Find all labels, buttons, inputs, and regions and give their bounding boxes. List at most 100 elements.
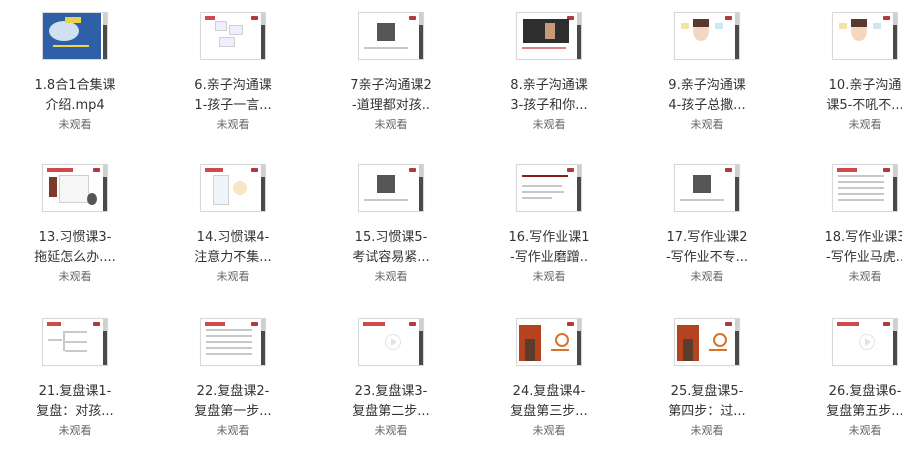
video-thumbnail[interactable] [516,12,582,60]
scrollbar-icon [419,319,423,365]
video-title[interactable]: 22.复盘课2- 复盘第一步... [168,382,298,422]
watch-status: 未观看 [374,118,408,131]
scrollbar-icon [577,165,581,211]
video-title-line-1: 9.亲子沟通课 [668,78,746,93]
video-thumbnail[interactable] [358,318,424,366]
video-title-line-1: 17.写作业课2 [666,230,748,245]
watch-status: 未观看 [374,424,408,437]
watch-status: 未观看 [532,118,566,131]
video-thumbnail[interactable] [516,164,582,212]
video-title[interactable]: 8.亲子沟通课 3-孩子和你... [484,76,614,116]
video-title-line-2: 注意力不集... [194,250,272,265]
video-title[interactable]: 24.复盘课4- 复盘第三步... [484,382,614,422]
video-title[interactable]: 13.习惯课3- 拖延怎么办.... [10,228,140,268]
watch-status: 未观看 [848,270,882,283]
scrollbar-icon [419,13,423,59]
video-tile[interactable]: 17.写作业课2 -写作业不专... 未观看 [632,152,782,302]
video-title[interactable]: 21.复盘课1- 复盘：对孩... [10,382,140,422]
video-title-line-1: 26.复盘课6- [828,384,902,399]
watch-status: 未观看 [216,270,250,283]
watch-status: 未观看 [532,424,566,437]
watch-status: 未观看 [532,270,566,283]
watch-status: 未观看 [216,118,250,131]
watch-status: 未观看 [690,424,724,437]
video-title-line-2: 复盘第五步... [826,404,902,419]
video-thumbnail[interactable] [832,164,898,212]
scrollbar-icon [735,165,739,211]
video-thumbnail[interactable] [832,318,898,366]
scrollbar-icon [893,319,897,365]
video-title-line-2: 考试容易紧... [352,250,430,265]
video-thumbnail[interactable] [42,12,108,60]
video-tile[interactable]: 26.复盘课6- 复盘第五步... 未观看 [790,306,902,456]
video-tile[interactable]: 6.亲子沟通课 1-孩子一言... 未观看 [158,0,308,150]
video-thumbnail[interactable] [200,12,266,60]
video-thumbnail[interactable] [832,12,898,60]
video-title[interactable]: 17.写作业课2 -写作业不专... [642,228,772,268]
video-tile[interactable]: 9.亲子沟通课 4-孩子总撒... 未观看 [632,0,782,150]
video-tile[interactable]: 13.习惯课3- 拖延怎么办.... 未观看 [0,152,150,302]
watch-status: 未观看 [58,424,92,437]
video-tile[interactable]: 15.习惯课5- 考试容易紧... 未观看 [316,152,466,302]
watch-status: 未观看 [690,118,724,131]
video-tile[interactable]: 18.写作业课3 -写作业马虎.. 未观看 [790,152,902,302]
scrollbar-icon [103,165,107,211]
watch-status: 未观看 [848,424,882,437]
video-tile[interactable]: 24.复盘课4- 复盘第三步... 未观看 [474,306,624,456]
video-title-line-2: -写作业马虎.. [826,250,902,265]
video-thumbnail[interactable] [516,318,582,366]
scrollbar-icon [103,319,107,365]
video-title-line-2: 复盘第一步... [194,404,272,419]
video-grid: 1.8合1合集课 介绍.mp4 未观看 6.亲子沟通课 1-孩子一言... 未观看 7亲子沟… [0,0,902,463]
video-tile[interactable]: 10.亲子沟通 课5-不吼不... 未观看 [790,0,902,150]
watch-status: 未观看 [216,424,250,437]
video-tile[interactable]: 16.写作业课1 -写作业磨蹭.. 未观看 [474,152,624,302]
video-title-line-1: 8.亲子沟通课 [510,78,588,93]
video-thumbnail[interactable] [674,12,740,60]
video-title[interactable]: 7亲子沟通课2 -道理都对孩.. [326,76,456,116]
video-title[interactable]: 6.亲子沟通课 1-孩子一言... [168,76,298,116]
video-title-line-1: 21.复盘课1- [38,384,112,399]
video-title[interactable]: 16.写作业课1 -写作业磨蹭.. [484,228,614,268]
video-title[interactable]: 25.复盘课5- 第四步：过... [642,382,772,422]
video-title-line-2: -道理都对孩.. [352,98,430,113]
video-title-line-2: 3-孩子和你... [510,98,588,113]
video-thumbnail[interactable] [358,12,424,60]
scrollbar-icon [893,165,897,211]
video-tile[interactable]: 23.复盘课3- 复盘第二步... 未观看 [316,306,466,456]
video-tile[interactable]: 14.习惯课4- 注意力不集... 未观看 [158,152,308,302]
video-thumbnail[interactable] [200,318,266,366]
video-title-line-2: 复盘第二步... [352,404,430,419]
video-tile[interactable]: 25.复盘课5- 第四步：过... 未观看 [632,306,782,456]
video-title[interactable]: 23.复盘课3- 复盘第二步... [326,382,456,422]
watch-status: 未观看 [374,270,408,283]
scrollbar-icon [735,319,739,365]
video-thumbnail[interactable] [42,318,108,366]
video-title-line-1: 18.写作业课3 [824,230,902,245]
video-title-line-2: 第四步：过... [668,404,746,419]
video-thumbnail[interactable] [42,164,108,212]
video-title[interactable]: 18.写作业课3 -写作业马虎.. [800,228,902,268]
video-title[interactable]: 9.亲子沟通课 4-孩子总撒... [642,76,772,116]
video-title-line-1: 13.习惯课3- [38,230,112,245]
video-title-line-2: 介绍.mp4 [45,98,105,113]
video-tile[interactable]: 7亲子沟通课2 -道理都对孩.. 未观看 [316,0,466,150]
video-title[interactable]: 10.亲子沟通 课5-不吼不... [800,76,902,116]
video-title-line-2: 1-孩子一言... [194,98,272,113]
video-tile[interactable]: 21.复盘课1- 复盘：对孩... 未观看 [0,306,150,456]
video-title[interactable]: 1.8合1合集课 介绍.mp4 [10,76,140,116]
video-title[interactable]: 26.复盘课6- 复盘第五步... [800,382,902,422]
scrollbar-icon [419,165,423,211]
video-title-line-1: 22.复盘课2- [196,384,270,399]
video-tile[interactable]: 22.复盘课2- 复盘第一步... 未观看 [158,306,308,456]
video-title-line-1: 16.写作业课1 [508,230,590,245]
video-tile[interactable]: 1.8合1合集课 介绍.mp4 未观看 [0,0,150,150]
video-thumbnail[interactable] [358,164,424,212]
video-thumbnail[interactable] [200,164,266,212]
video-thumbnail[interactable] [674,318,740,366]
scrollbar-icon [735,13,739,59]
video-title[interactable]: 15.习惯课5- 考试容易紧... [326,228,456,268]
video-thumbnail[interactable] [674,164,740,212]
video-title[interactable]: 14.习惯课4- 注意力不集... [168,228,298,268]
video-tile[interactable]: 8.亲子沟通课 3-孩子和你... 未观看 [474,0,624,150]
